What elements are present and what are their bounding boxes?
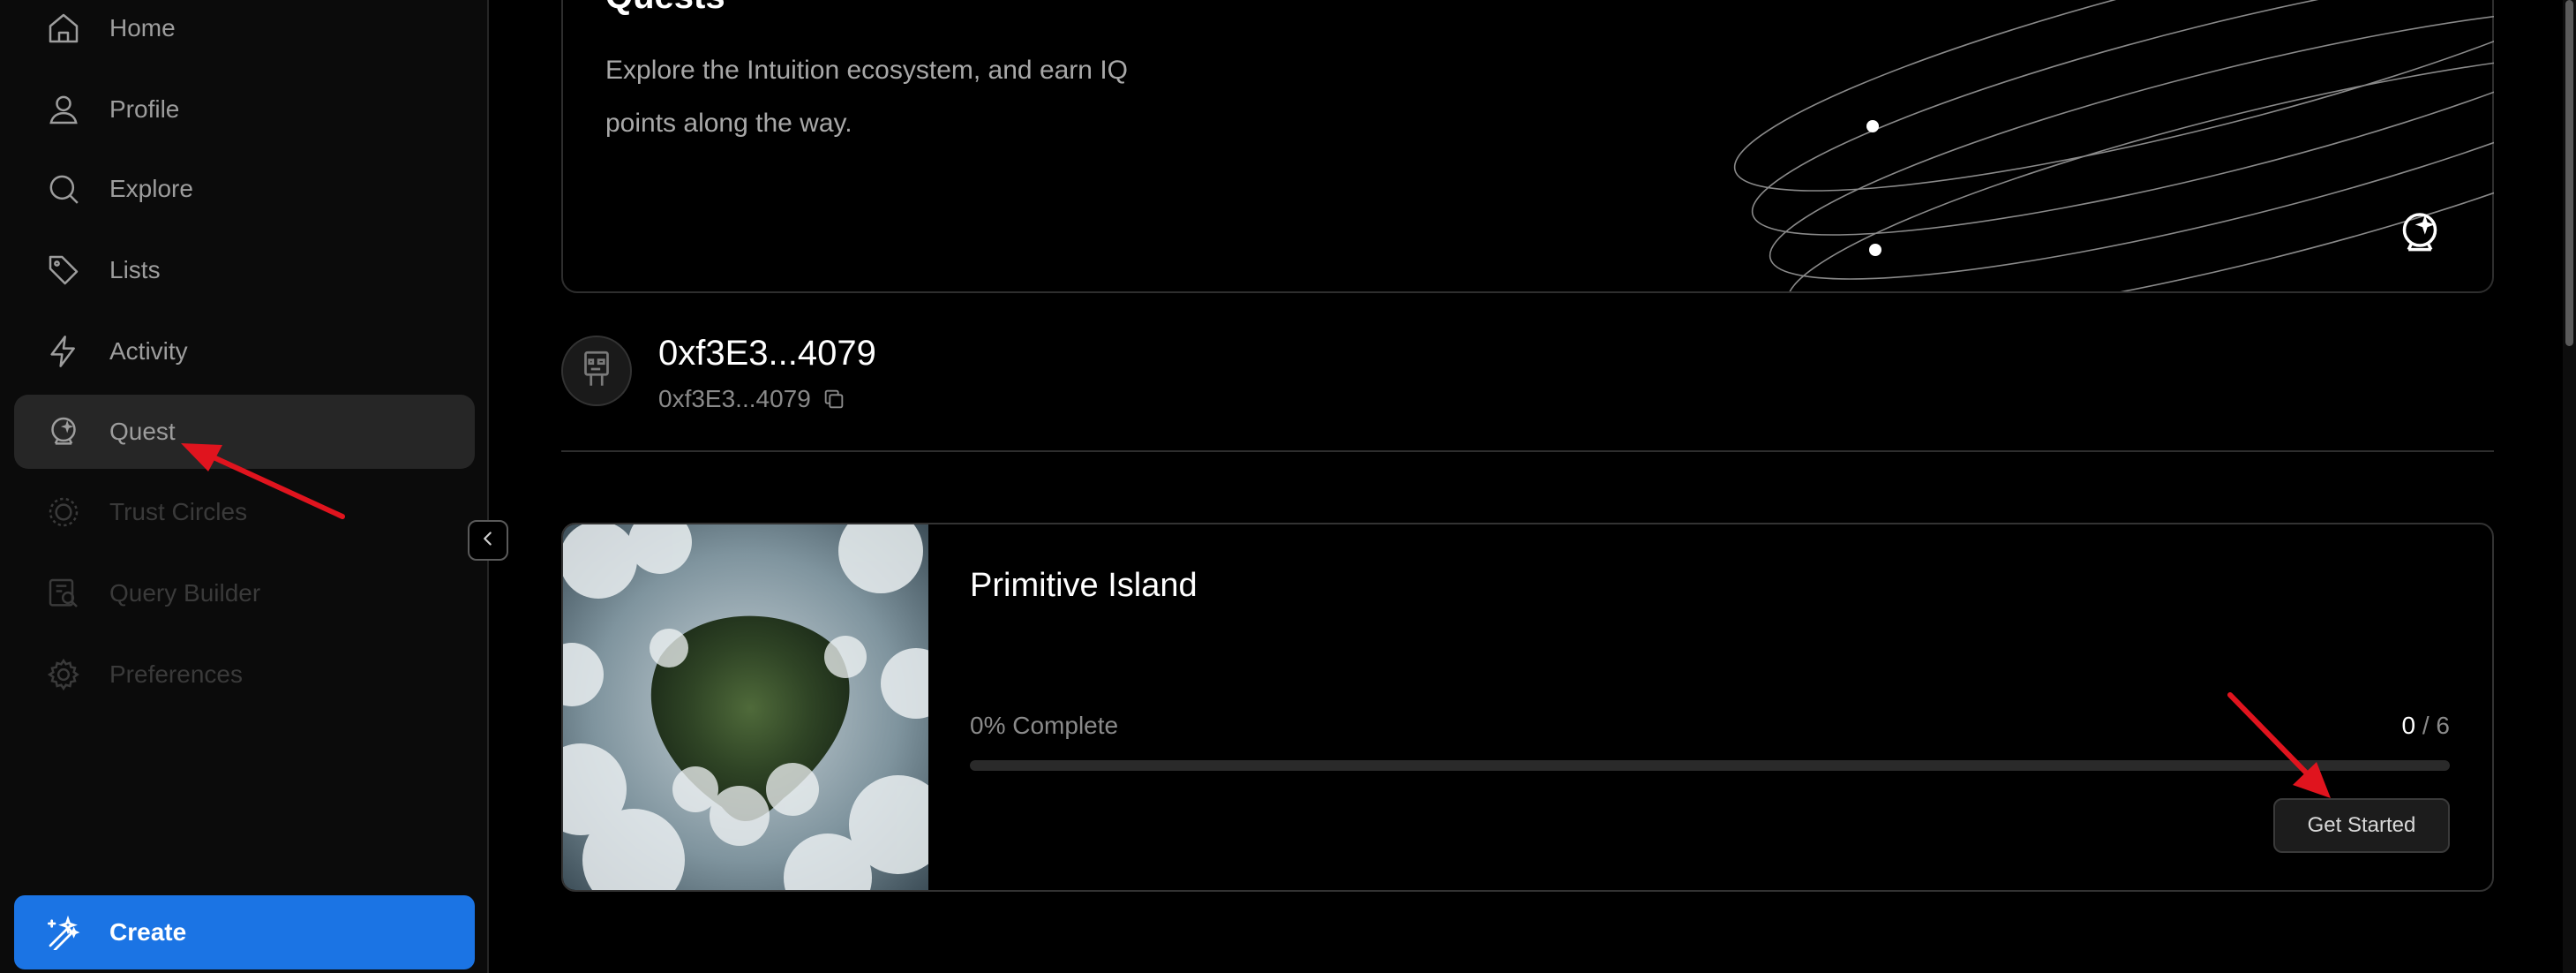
lightning-icon [44, 332, 83, 371]
crystal-ball-icon [2395, 208, 2445, 258]
search-icon [44, 170, 83, 208]
sidebar-item-label: Activity [109, 337, 188, 365]
quest-card[interactable] [561, 523, 2494, 892]
magic-wand-icon [44, 913, 83, 952]
progress-bar [970, 760, 2450, 771]
get-started-button[interactable]: Get Started [2273, 798, 2450, 853]
sidebar-item-activity[interactable]: Activity [14, 314, 475, 388]
quests-description: Explore the Intuition ecosystem, and ear… [605, 56, 1128, 138]
sidebar-item-query-builder[interactable]: Query Builder [14, 556, 475, 630]
sidebar-item-quest[interactable]: Quest [14, 395, 475, 469]
chevron-left-icon [477, 527, 499, 554]
sidebar-item-preferences[interactable]: Preferences [14, 637, 475, 712]
avatar [561, 336, 632, 406]
sidebar-item-label: Explore [109, 175, 193, 202]
divider [561, 450, 2494, 452]
create-button[interactable]: Create [14, 895, 475, 969]
sidebar-item-label: Preferences [109, 660, 243, 688]
crystal-ball-icon [44, 412, 83, 451]
sidebar-item-label: Trust Circles [109, 498, 248, 525]
sidebar-item-lists[interactable]: Lists [14, 233, 475, 307]
sidebar-item-profile[interactable]: Profile [14, 72, 475, 147]
progress-separator: / [2415, 712, 2437, 739]
sidebar-item-label: Query Builder [109, 579, 261, 607]
circle-icon [44, 493, 83, 532]
query-icon [44, 574, 83, 613]
create-button-label: Create [109, 918, 187, 946]
orbits-illustration [1733, 0, 2494, 291]
progress-label: 0% Complete [970, 712, 1119, 739]
page-title: Quests [605, 0, 725, 17]
sidebar-item-label: Profile [109, 95, 180, 123]
scrollbar-thumb[interactable] [2565, 0, 2573, 346]
quest-title: Primitive Island [970, 567, 1198, 604]
sidebar-item-home[interactable]: Home [14, 0, 475, 65]
sidebar-item-trust-circles[interactable]: Trust Circles [14, 475, 475, 549]
sidebar-item-explore[interactable]: Explore [14, 152, 475, 226]
wallet-address-short: 0xf3E3...4079 [658, 385, 811, 412]
scrollbar[interactable] [2563, 0, 2576, 973]
quest-image [563, 524, 928, 890]
sidebar-item-label: Home [109, 14, 176, 41]
home-icon [44, 9, 83, 48]
progress-count: 0 / 6 [2294, 712, 2451, 740]
sidebar-item-label: Quest [109, 418, 176, 445]
sidebar: Home Profile Explore Lists Activity Ques… [0, 0, 489, 973]
wallet-address-secondary: 0xf3E3...4079 [658, 385, 846, 413]
robot-avatar-icon [575, 347, 619, 396]
user-icon [44, 90, 83, 129]
collapse-sidebar-button[interactable] [468, 520, 508, 561]
progress-completed: 0 [2401, 712, 2416, 739]
tag-icon [44, 251, 83, 290]
gear-icon [44, 655, 83, 694]
copy-icon[interactable] [822, 387, 846, 411]
wallet-address: 0xf3E3...4079 [658, 334, 876, 373]
progress-total: 6 [2436, 712, 2450, 739]
sidebar-item-label: Lists [109, 256, 161, 283]
